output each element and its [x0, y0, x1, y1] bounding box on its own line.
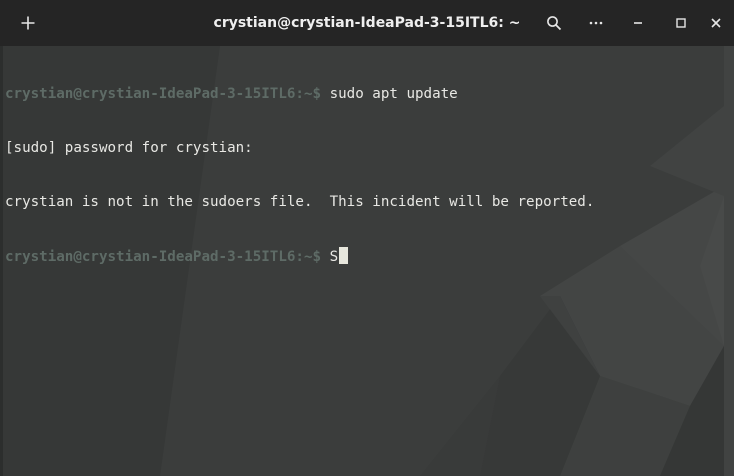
output-text: [sudo] password for crystian:	[5, 140, 253, 156]
minimize-button[interactable]	[622, 7, 654, 39]
terminal-line: crystian is not in the sudoers file. Thi…	[5, 193, 594, 211]
terminal-output: crystian@crystian-IdeaPad-3-15ITL6:~$ su…	[5, 49, 594, 301]
terminal-line: [sudo] password for crystian:	[5, 139, 594, 157]
scrollbar-track[interactable]	[724, 46, 734, 476]
menu-button[interactable]	[580, 7, 612, 39]
search-button[interactable]	[538, 7, 570, 39]
shell-prompt: crystian@crystian-IdeaPad-3-15ITL6:~$	[5, 86, 322, 102]
terminal-area[interactable]: crystian@crystian-IdeaPad-3-15ITL6:~$ su…	[0, 46, 734, 476]
plus-icon	[21, 16, 35, 30]
terminal-left-edge	[0, 46, 3, 476]
terminal-line: crystian@crystian-IdeaPad-3-15ITL6:~$ su…	[5, 85, 594, 103]
shell-prompt: crystian@crystian-IdeaPad-3-15ITL6:~$	[5, 249, 322, 265]
minimize-icon	[634, 22, 642, 24]
hamburger-icon	[589, 21, 603, 25]
maximize-icon	[676, 18, 686, 28]
new-tab-button[interactable]	[12, 7, 44, 39]
search-icon	[547, 16, 562, 31]
terminal-window: crystian@crystian-IdeaPad-3-15ITL6: ~ cr…	[0, 0, 734, 476]
command-text: sudo apt update	[321, 86, 458, 102]
command-input[interactable]: S	[321, 249, 339, 265]
close-icon	[711, 18, 721, 28]
output-text: crystian is not in the sudoers file. Thi…	[5, 194, 595, 210]
maximize-button[interactable]	[665, 7, 697, 39]
close-button[interactable]	[700, 7, 732, 39]
terminal-line: crystian@crystian-IdeaPad-3-15ITL6:~$ S	[5, 247, 594, 265]
title-bar[interactable]: crystian@crystian-IdeaPad-3-15ITL6: ~	[0, 0, 734, 46]
text-cursor	[339, 247, 349, 264]
